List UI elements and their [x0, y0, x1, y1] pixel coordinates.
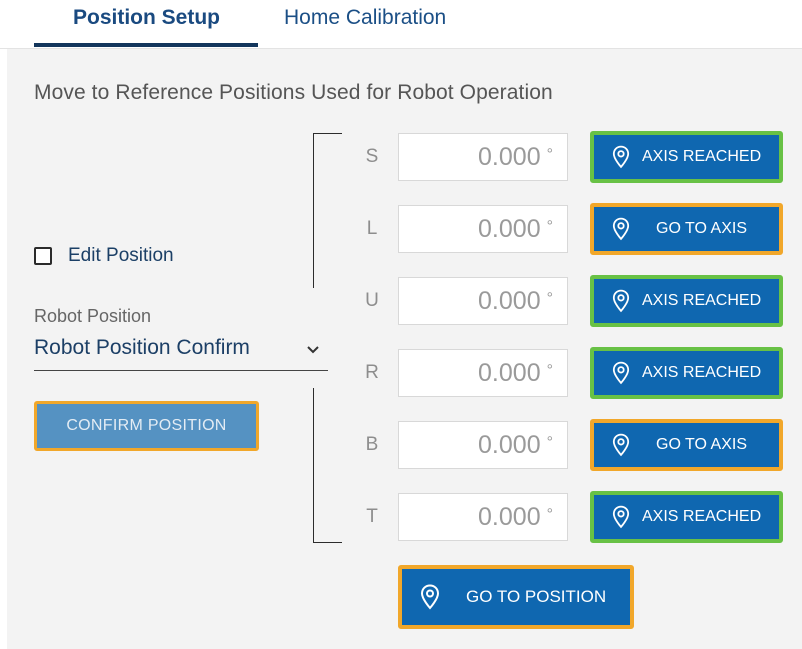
location-pin-icon — [612, 289, 630, 313]
tab-bar: Position Setup Home Calibration — [0, 0, 802, 49]
axis-unit-4: ° — [546, 434, 553, 451]
location-pin-icon — [612, 505, 630, 529]
axis-value-4: 0.000 — [478, 431, 541, 459]
axis-value-5: 0.000 — [478, 503, 541, 531]
tab-home-calibration[interactable]: Home Calibration — [284, 6, 446, 30]
axis-reached-button-2[interactable]: AXIS REACHED — [590, 275, 783, 327]
axis-unit-1: ° — [546, 218, 553, 235]
axis-unit-0: ° — [546, 146, 553, 163]
axis-label-3: R — [365, 362, 379, 383]
active-tab-indicator — [34, 43, 258, 47]
axis-label-1: L — [366, 218, 378, 239]
axis-button-label-1: GO TO AXIS — [656, 220, 747, 237]
go-to-axis-button-1[interactable]: GO TO AXIS — [590, 203, 783, 255]
edit-position-checkbox[interactable] — [34, 247, 52, 265]
tab-position-setup[interactable]: Position Setup — [73, 6, 220, 30]
axis-value-2: 0.000 — [478, 287, 541, 315]
axis-label-4: B — [365, 434, 379, 455]
robot-position-value: Robot Position Confirm — [34, 336, 250, 359]
axis-reached-button-0[interactable]: AXIS REACHED — [590, 131, 783, 183]
axis-label-2: U — [365, 290, 379, 311]
axis-value-field-4[interactable]: 0.000 ° — [398, 421, 568, 469]
axis-value-0: 0.000 — [478, 143, 541, 171]
location-pin-icon — [612, 433, 630, 457]
axis-button-label-4: GO TO AXIS — [656, 436, 747, 453]
go-to-position-button[interactable]: GO TO POSITION — [398, 565, 634, 629]
axis-button-label-2: AXIS REACHED — [642, 292, 762, 309]
axis-value-field-2[interactable]: 0.000 ° — [398, 277, 568, 325]
go-to-position-label: GO TO POSITION — [466, 587, 607, 606]
axis-unit-3: ° — [546, 362, 553, 379]
location-pin-icon — [420, 584, 440, 610]
bracket-bottom — [313, 388, 342, 543]
axis-value-field-1[interactable]: 0.000 ° — [398, 205, 568, 253]
axis-label-5: T — [366, 506, 378, 527]
axis-label-0: S — [365, 146, 379, 167]
robot-position-label: Robot Position — [34, 306, 152, 326]
edit-position-label: Edit Position — [68, 245, 174, 266]
location-pin-icon — [612, 145, 630, 169]
axis-unit-5: ° — [546, 506, 553, 523]
location-pin-icon — [612, 361, 630, 385]
axis-reached-button-3[interactable]: AXIS REACHED — [590, 347, 783, 399]
axis-value-3: 0.000 — [478, 359, 541, 387]
axis-value-1: 0.000 — [478, 215, 541, 243]
axis-value-field-0[interactable]: 0.000 ° — [398, 133, 568, 181]
axis-button-label-0: AXIS REACHED — [642, 148, 762, 165]
page-heading: Move to Reference Positions Used for Rob… — [34, 81, 553, 104]
location-pin-icon — [612, 217, 630, 241]
axis-button-label-3: AXIS REACHED — [642, 364, 762, 381]
axis-reached-button-5[interactable]: AXIS REACHED — [590, 491, 783, 543]
bracket-top — [313, 133, 342, 288]
robot-position-select[interactable]: Robot Position Confirm — [34, 336, 328, 371]
confirm-position-button[interactable]: CONFIRM POSITION — [34, 401, 259, 451]
go-to-axis-button-4[interactable]: GO TO AXIS — [590, 419, 783, 471]
axis-unit-2: ° — [546, 290, 553, 307]
axis-value-field-5[interactable]: 0.000 ° — [398, 493, 568, 541]
edit-position-toggle[interactable]: Edit Position — [34, 245, 174, 267]
chevron-down-icon — [306, 342, 320, 360]
axis-value-field-3[interactable]: 0.000 ° — [398, 349, 568, 397]
axis-button-label-5: AXIS REACHED — [642, 508, 762, 525]
